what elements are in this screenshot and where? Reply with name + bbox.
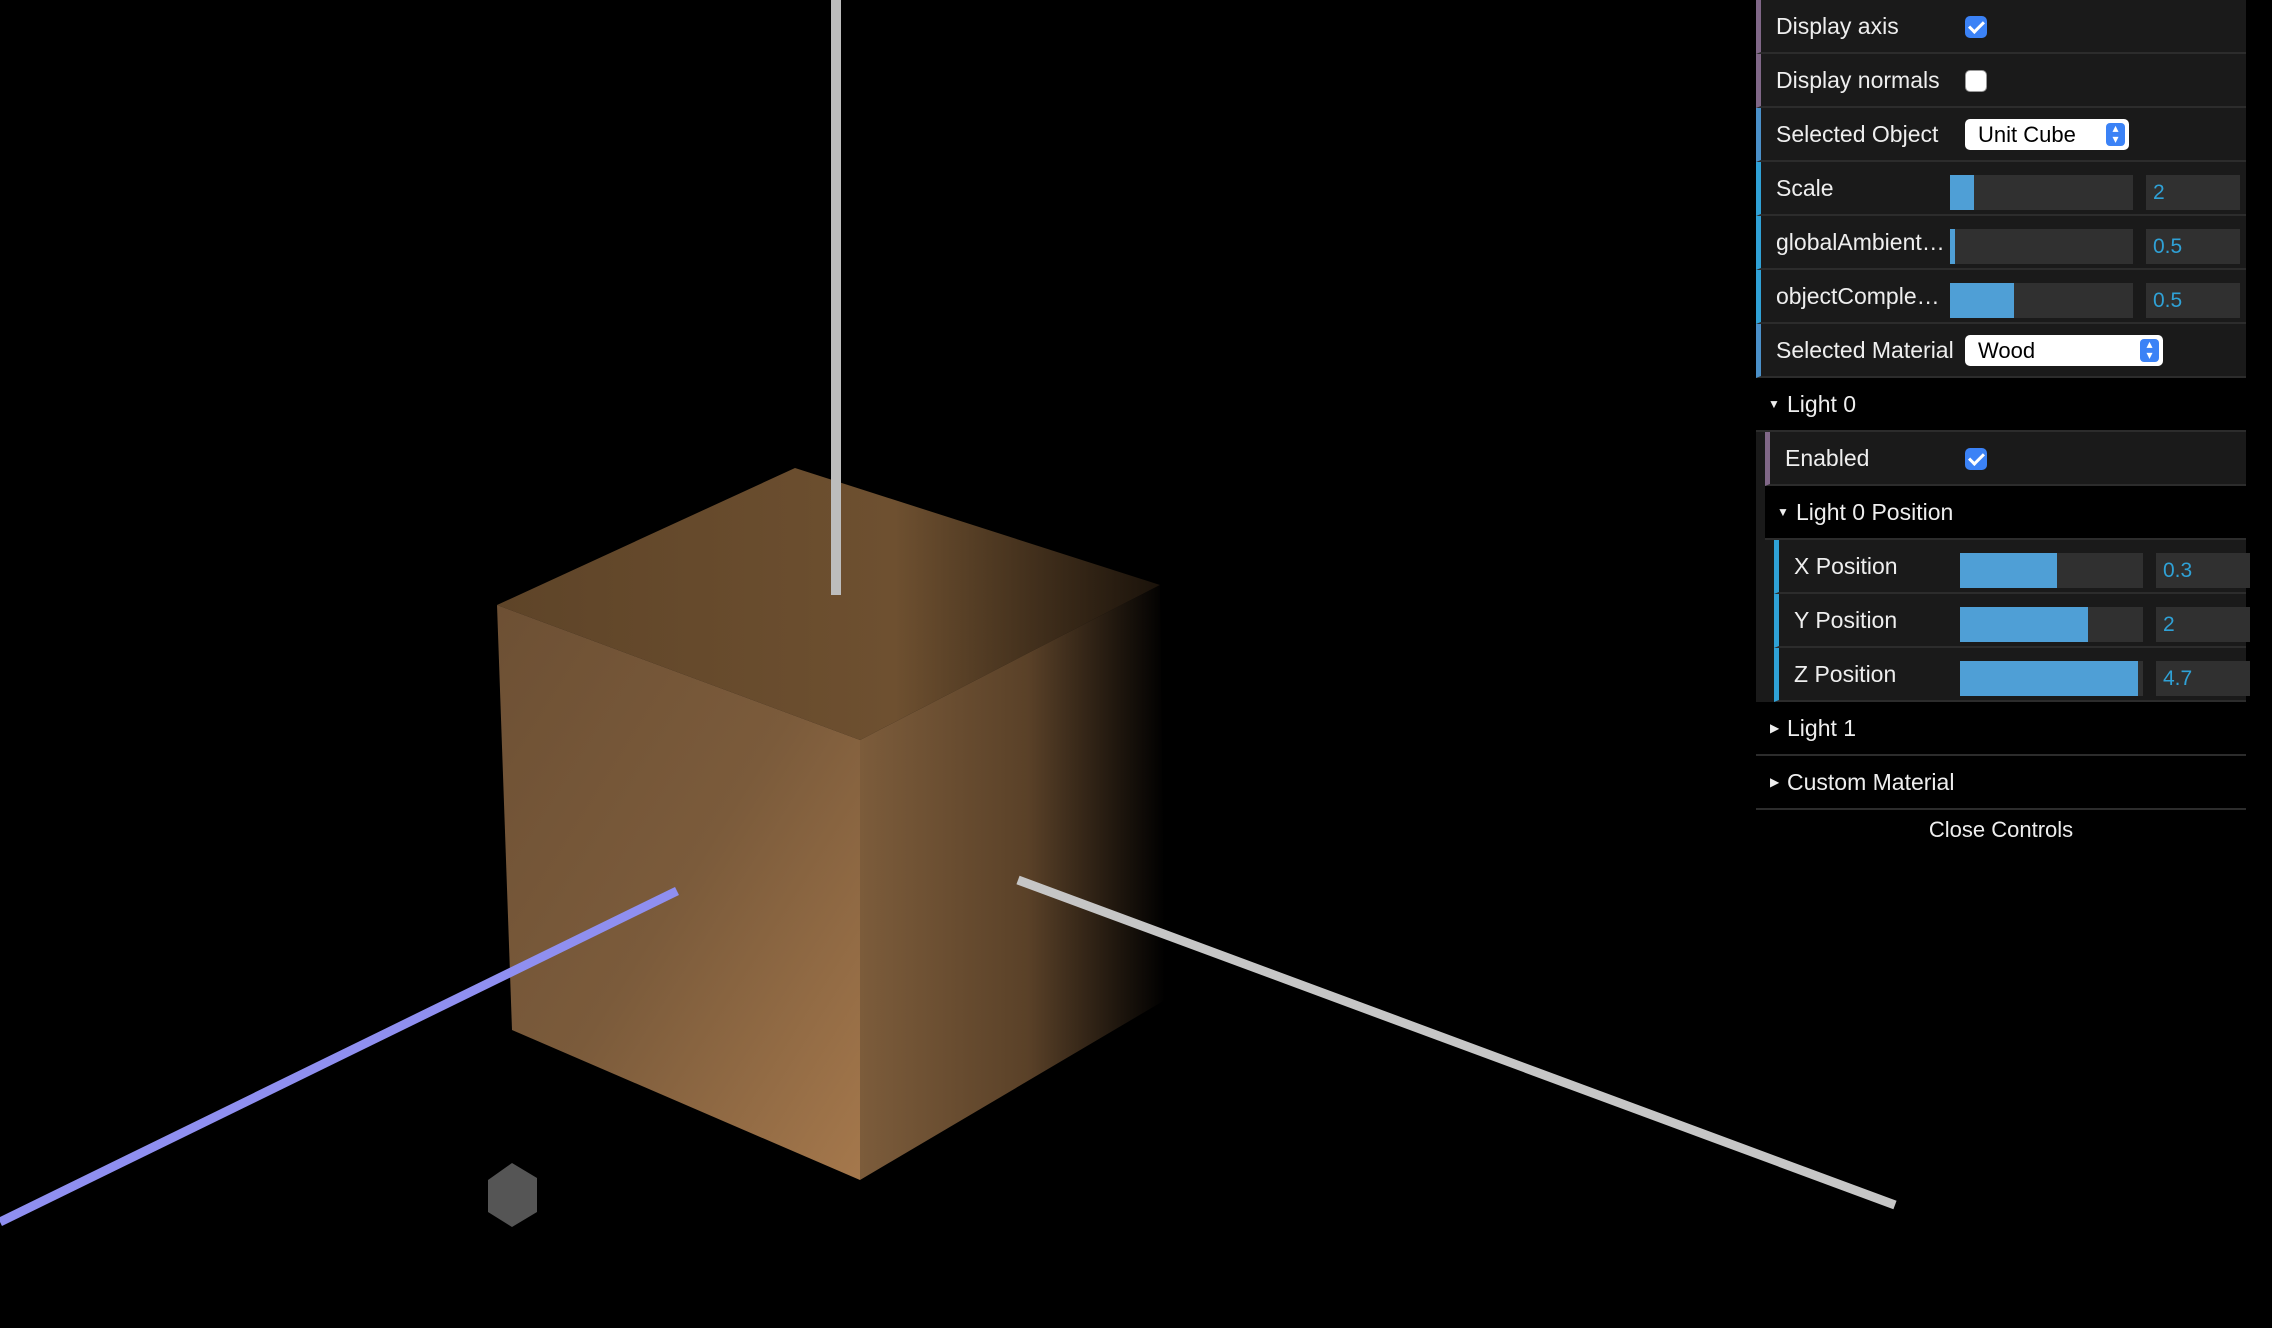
display-normals-label: Display normals xyxy=(1776,67,1940,93)
y-position-slider[interactable] xyxy=(1960,607,2143,642)
custom-material-folder-title[interactable]: ▶ Custom Material xyxy=(1756,756,2246,810)
light0-enabled-checkbox[interactable] xyxy=(1965,448,1987,470)
light0-enabled-row[interactable]: Enabled xyxy=(1765,432,2246,486)
display-normals-row[interactable]: Display normals xyxy=(1756,54,2246,108)
select-arrows-icon: ▴ ▾ xyxy=(2106,122,2125,146)
light0-position-title: Light 0 Position xyxy=(1796,499,1954,525)
caret-right-icon: ▶ xyxy=(1770,721,1780,735)
scale-label: Scale xyxy=(1776,175,1834,201)
light0-folder: Enabled ▼ Light 0 Position X Position 0.… xyxy=(1765,432,2250,702)
x-position-slider-fill xyxy=(1960,553,2057,588)
close-controls-button[interactable]: Close Controls xyxy=(1756,810,2246,850)
display-axis-row[interactable]: Display axis xyxy=(1756,0,2246,54)
z-axis xyxy=(1016,875,1897,1210)
y-position-slider-fill xyxy=(1960,607,2089,642)
z-position-slider[interactable] xyxy=(1960,661,2143,696)
light0-folder-title[interactable]: ▼ Light 0 xyxy=(1756,378,2246,432)
selected-material-value: Wood xyxy=(1978,338,2036,363)
light1-folder-title[interactable]: ▶ Light 1 xyxy=(1756,702,2246,756)
global-ambient-input[interactable]: 0.5 xyxy=(2146,229,2240,264)
light-marker xyxy=(488,1163,537,1227)
custom-material-title: Custom Material xyxy=(1787,769,1955,795)
scale-slider[interactable] xyxy=(1950,175,2133,210)
light0-enabled-label: Enabled xyxy=(1785,445,1870,471)
z-position-input[interactable]: 4.7 xyxy=(2156,661,2250,696)
display-axis-label: Display axis xyxy=(1776,13,1899,39)
display-normals-checkbox[interactable] xyxy=(1965,70,1987,92)
y-position-label: Y Position xyxy=(1794,607,1898,633)
x-position-row: X Position 0.3 xyxy=(1774,540,2250,594)
object-complexity-input[interactable]: 0.5 xyxy=(2146,283,2240,318)
controls-panel: Display axis Display normals Selected Ob… xyxy=(1756,0,2250,850)
object-complexity-slider[interactable] xyxy=(1950,283,2133,318)
global-ambient-slider-fill xyxy=(1950,229,1956,264)
caret-right-icon: ▶ xyxy=(1770,775,1780,789)
z-position-row: Z Position 4.7 xyxy=(1774,648,2250,702)
selected-object-label: Selected Object xyxy=(1776,121,1939,147)
object-complexity-label: objectComplex… xyxy=(1776,283,1951,309)
x-position-input[interactable]: 0.3 xyxy=(2156,553,2250,588)
scale-input[interactable]: 2 xyxy=(2146,175,2240,210)
global-ambient-label: globalAmbient… xyxy=(1776,229,1945,255)
selected-object-value: Unit Cube xyxy=(1978,122,2076,147)
light0-title: Light 0 xyxy=(1787,391,1857,417)
z-position-label: Z Position xyxy=(1794,661,1897,687)
x-position-slider[interactable] xyxy=(1960,553,2143,588)
select-arrows-icon: ▴ ▾ xyxy=(2140,338,2159,362)
display-axis-checkbox[interactable] xyxy=(1965,16,1987,38)
y-position-row: Y Position 2 xyxy=(1774,594,2250,648)
object-complexity-slider-fill xyxy=(1950,283,2015,318)
selected-material-select[interactable]: Wood ▴ ▾ xyxy=(1965,335,2163,366)
global-ambient-slider[interactable] xyxy=(1950,229,2133,264)
light0-position-folder-title[interactable]: ▼ Light 0 Position xyxy=(1765,486,2246,540)
light0-position-folder: X Position 0.3 Y Position 2 Z Position 4… xyxy=(1774,540,2250,702)
caret-down-icon: ▼ xyxy=(1777,505,1789,519)
global-ambient-row: globalAmbient… 0.5 xyxy=(1756,216,2246,270)
object-complexity-row: objectComplex… 0.5 xyxy=(1756,270,2246,324)
z-position-slider-fill xyxy=(1960,661,2138,696)
scale-slider-fill xyxy=(1950,175,1974,210)
scale-row: Scale 2 xyxy=(1756,162,2246,216)
selected-material-label: Selected Material xyxy=(1776,337,1954,363)
caret-down-icon: ▼ xyxy=(1768,397,1780,411)
selected-material-row: Selected Material Wood ▴ ▾ xyxy=(1756,324,2246,378)
selected-object-select[interactable]: Unit Cube ▴ ▾ xyxy=(1965,119,2129,150)
light1-title: Light 1 xyxy=(1787,715,1857,741)
y-position-input[interactable]: 2 xyxy=(2156,607,2250,642)
x-position-label: X Position xyxy=(1794,553,1898,579)
selected-object-row: Selected Object Unit Cube ▴ ▾ xyxy=(1756,108,2246,162)
